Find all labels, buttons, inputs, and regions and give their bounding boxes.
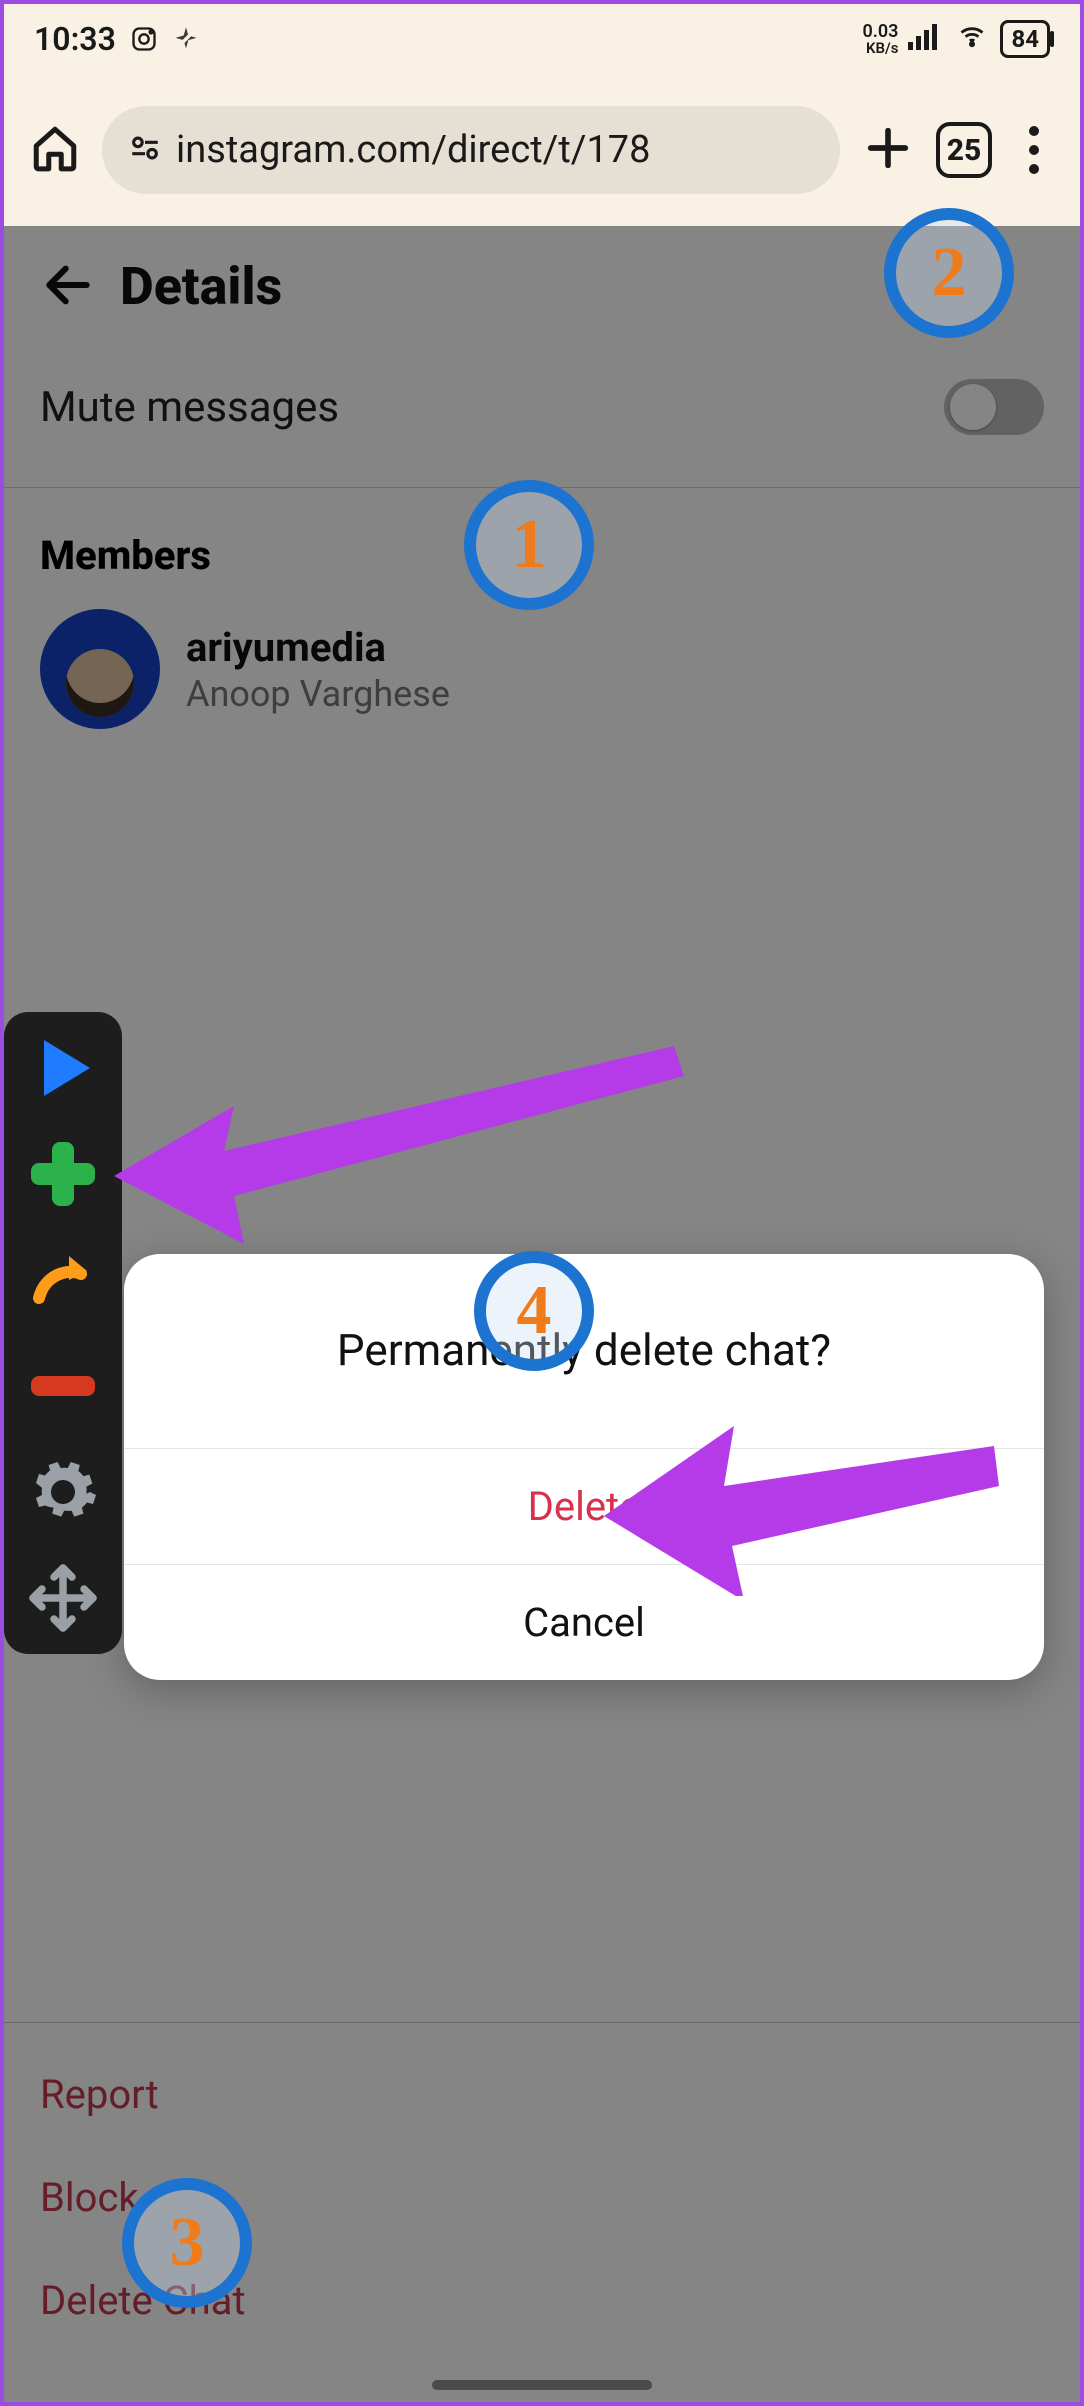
status-bar: 10:33 0.03 KB/s 84 [4, 4, 1080, 74]
url-text: instagram.com/direct/t/178 [176, 128, 651, 172]
site-settings-icon[interactable] [128, 131, 162, 169]
annotation-toolbar [4, 1012, 122, 1654]
annotation-arrow [114, 1046, 694, 1266]
no-location-icon [172, 25, 200, 53]
battery-indicator: 84 [1000, 20, 1050, 58]
redo-arrow-icon[interactable] [27, 1244, 99, 1316]
minus-icon[interactable] [27, 1350, 99, 1422]
network-rate: 0.03 KB/s [862, 23, 898, 56]
address-bar[interactable]: instagram.com/direct/t/178 [102, 106, 840, 194]
annotation-marker-4: 4 [474, 1251, 594, 1371]
gesture-handle[interactable] [432, 2380, 652, 2390]
gear-icon[interactable] [27, 1456, 99, 1528]
annotation-arrow [604, 1416, 1004, 1596]
annotation-marker-1: 1 [464, 480, 594, 610]
wifi-icon [954, 20, 990, 58]
plus-icon[interactable] [27, 1138, 99, 1210]
move-icon[interactable] [27, 1562, 99, 1634]
clock: 10:33 [34, 20, 116, 58]
play-icon[interactable] [27, 1032, 99, 1104]
new-tab-button[interactable] [862, 122, 914, 178]
browser-menu-button[interactable] [1014, 126, 1054, 174]
tab-switcher-button[interactable]: 25 [936, 122, 992, 178]
instagram-status-icon [130, 25, 158, 53]
annotation-marker-2: 2 [884, 208, 1014, 338]
browser-toolbar: instagram.com/direct/t/178 25 [4, 74, 1080, 226]
cell-signal-icon [908, 20, 944, 58]
annotation-marker-3: 3 [122, 2178, 252, 2308]
home-button[interactable] [30, 123, 80, 177]
